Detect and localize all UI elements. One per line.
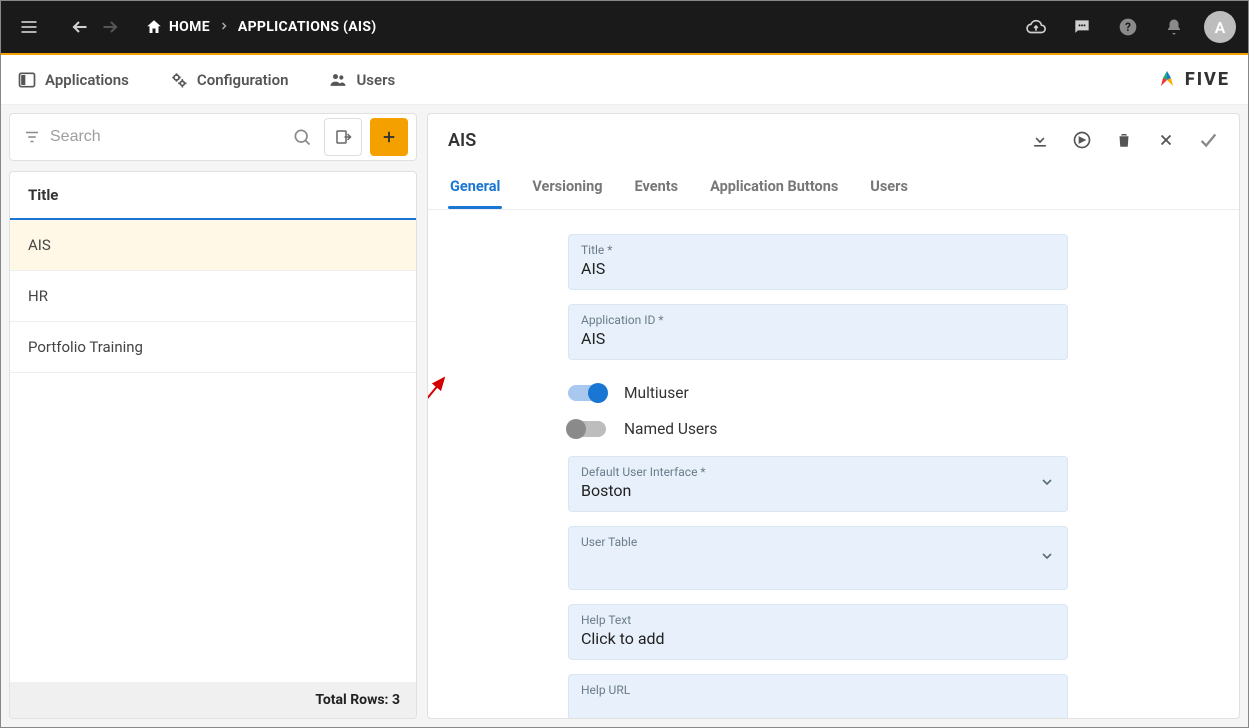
tab-applications[interactable]: Applications <box>17 70 129 90</box>
brand-logo: FIVE <box>1155 68 1230 92</box>
chevron-right-icon <box>218 20 230 35</box>
cloud-sync-icon[interactable] <box>1020 11 1052 43</box>
export-icon[interactable] <box>1071 129 1093 151</box>
svg-text:?: ? <box>1125 20 1131 34</box>
help-icon[interactable]: ? <box>1112 11 1144 43</box>
detail-actions <box>1029 129 1219 151</box>
brand-text: FIVE <box>1185 69 1230 90</box>
import-button[interactable] <box>324 118 362 156</box>
appid-field[interactable]: Application ID * AIS <box>568 304 1068 360</box>
user-table-field[interactable]: User Table <box>568 526 1068 590</box>
inner-tabs: General Versioning Events Application Bu… <box>428 166 1239 210</box>
breadcrumb: HOME APPLICATIONS (AIS) <box>145 18 376 36</box>
menu-icon[interactable] <box>13 11 45 43</box>
delete-icon[interactable] <box>1113 129 1135 151</box>
title-value: AIS <box>581 259 1055 279</box>
add-button[interactable] <box>370 118 408 156</box>
appid-value: AIS <box>581 329 1055 349</box>
dui-value: Boston <box>581 481 1055 501</box>
users-icon <box>328 70 348 90</box>
tab-events[interactable]: Events <box>633 166 681 209</box>
tab-users-detail[interactable]: Users <box>868 166 910 209</box>
forward-icon <box>95 11 127 43</box>
back-icon[interactable] <box>63 11 95 43</box>
search-icon[interactable] <box>288 127 316 147</box>
title-label: Title * <box>581 243 1055 257</box>
bell-icon[interactable] <box>1158 11 1190 43</box>
help-url-field[interactable]: Help URL <box>568 674 1068 718</box>
help-url-label: Help URL <box>581 683 1055 697</box>
left-panel: Title AIS HR Portfolio Training Total Ro… <box>9 113 417 719</box>
filter-icon[interactable] <box>18 128 46 146</box>
help-text-value: Click to add <box>581 629 1055 649</box>
tab-configuration[interactable]: Configuration <box>169 70 289 90</box>
form-area: Title * AIS Application ID * AIS Multius… <box>428 210 1239 718</box>
named-users-row: Named Users <box>568 420 1068 456</box>
chevron-down-icon[interactable] <box>1039 548 1055 568</box>
breadcrumb-current[interactable]: APPLICATIONS (AIS) <box>238 19 377 35</box>
chevron-down-icon[interactable] <box>1039 474 1055 494</box>
total-rows-label: Total Rows: 3 <box>10 682 416 718</box>
section-tabs: Applications Configuration Users FIVE <box>1 55 1248 105</box>
title-field[interactable]: Title * AIS <box>568 234 1068 290</box>
list-item[interactable]: AIS <box>10 220 416 271</box>
tab-general[interactable]: General <box>448 166 502 209</box>
avatar-letter: A <box>1215 18 1226 37</box>
dui-label: Default User Interface * <box>581 465 1055 479</box>
named-users-label: Named Users <box>624 420 717 438</box>
named-users-toggle[interactable] <box>568 421 606 437</box>
help-url-value <box>581 699 1055 718</box>
search-input[interactable] <box>50 128 284 146</box>
detail-header: AIS <box>428 114 1239 166</box>
list-item[interactable]: Portfolio Training <box>10 322 416 373</box>
tab-versioning[interactable]: Versioning <box>530 166 604 209</box>
tab-applications-label: Applications <box>45 71 129 89</box>
tab-users[interactable]: Users <box>328 70 395 90</box>
panel-icon <box>17 70 37 90</box>
help-text-label: Help Text <box>581 613 1055 627</box>
multiuser-toggle[interactable] <box>568 385 606 401</box>
chat-icon[interactable] <box>1066 11 1098 43</box>
multiuser-row: Multiuser <box>568 374 1068 420</box>
gears-icon <box>169 70 189 90</box>
main-area: Title AIS HR Portfolio Training Total Ro… <box>1 105 1248 727</box>
brand-icon <box>1155 68 1179 92</box>
close-icon[interactable] <box>1155 129 1177 151</box>
detail-panel: AIS General Versioning Events Applicatio… <box>427 113 1240 719</box>
user-table-value <box>581 551 1055 571</box>
tab-users-label: Users <box>356 71 395 89</box>
dui-field[interactable]: Default User Interface * Boston <box>568 456 1068 512</box>
top-bar: HOME APPLICATIONS (AIS) ? A <box>1 1 1248 53</box>
list-item[interactable]: HR <box>10 271 416 322</box>
avatar[interactable]: A <box>1204 11 1236 43</box>
multiuser-label: Multiuser <box>624 384 689 402</box>
arrow-annotation <box>428 368 456 418</box>
home-label: HOME <box>169 19 210 35</box>
user-table-label: User Table <box>581 535 1055 549</box>
breadcrumb-home[interactable]: HOME <box>145 18 210 36</box>
home-icon <box>145 18 163 36</box>
appid-label: Application ID * <box>581 313 1055 327</box>
save-icon[interactable] <box>1197 129 1219 151</box>
list-panel: Title AIS HR Portfolio Training Total Ro… <box>9 171 417 719</box>
tab-application-buttons[interactable]: Application Buttons <box>708 166 840 209</box>
help-text-field[interactable]: Help Text Click to add <box>568 604 1068 660</box>
column-header-title[interactable]: Title <box>10 172 416 220</box>
search-bar <box>9 113 417 161</box>
download-icon[interactable] <box>1029 129 1051 151</box>
tab-configuration-label: Configuration <box>197 71 289 89</box>
detail-title: AIS <box>448 130 476 151</box>
